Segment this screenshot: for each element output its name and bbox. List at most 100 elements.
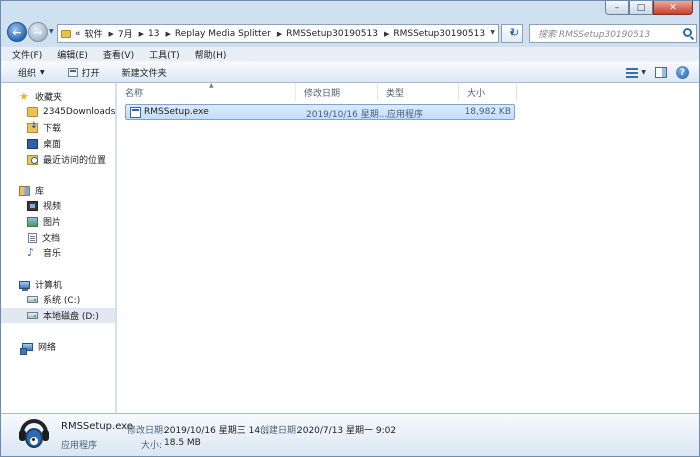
address-overflow-button[interactable]: «: [75, 29, 81, 39]
command-bar: 组织 ▼ 打开 新建文件夹 ▼ ?: [1, 61, 699, 83]
explorer-window: – □ ✕ ← → ▼ « 软件 ▶ 7月 ▶ 13 ▶ Replay Medi…: [0, 0, 700, 457]
app-headphone-mascot-icon: [19, 418, 49, 451]
menu-tools[interactable]: 工具(T): [149, 48, 180, 61]
column-header-type[interactable]: 类型: [378, 83, 459, 101]
breadcrumb-segment[interactable]: 7月: [118, 27, 133, 40]
file-name: RMSSetup.exe: [144, 107, 209, 117]
address-dropdown-icon[interactable]: ▼: [490, 29, 495, 36]
maximize-icon: □: [636, 2, 646, 13]
breadcrumb-segment[interactable]: Replay Media Splitter: [175, 29, 271, 39]
details-size-label: 大小:: [141, 441, 163, 451]
library-icon: [19, 185, 30, 196]
sidebar-item-drive-c[interactable]: 系统 (C:): [27, 292, 80, 307]
breadcrumb-segment[interactable]: RMSSetup30190513: [286, 29, 378, 39]
forward-button[interactable]: →: [28, 22, 48, 42]
window-controls: – □ ✕: [605, 1, 693, 15]
sidebar-group-favorites[interactable]: ★ 收藏夹: [19, 89, 62, 104]
minimize-icon: –: [614, 2, 620, 13]
new-folder-button[interactable]: 新建文件夹: [122, 66, 167, 79]
navigation-bar: ← → ▼ « 软件 ▶ 7月 ▶ 13 ▶ Replay Media Spli…: [1, 17, 699, 47]
open-label: 打开: [81, 68, 100, 79]
search-input[interactable]: 搜索 RMSSetup30190513: [538, 27, 650, 40]
menu-bar: 文件(F) 编辑(E) 查看(V) 工具(T) 帮助(H): [1, 47, 699, 61]
breadcrumb-segment[interactable]: RMSSetup30190513: [393, 29, 485, 39]
drive-icon: [27, 296, 38, 303]
details-size-value: 18.5 MB: [164, 438, 201, 448]
column-header-modified[interactable]: 修改日期: [296, 83, 378, 101]
close-icon: ✕: [669, 2, 677, 13]
sidebar-item-drive-d[interactable]: 本地磁盘 (D:): [1, 308, 115, 323]
sidebar-item-recent-places[interactable]: 最近访问的位置: [27, 152, 106, 167]
menu-help[interactable]: 帮助(H): [195, 48, 227, 61]
sidebar-item-downloads[interactable]: 下载: [27, 120, 61, 135]
minimize-button[interactable]: –: [605, 1, 629, 15]
menu-view[interactable]: 查看(V): [103, 48, 134, 61]
folder-icon: [27, 106, 38, 117]
details-modified-label: 修改日期:: [127, 426, 167, 436]
address-bar[interactable]: « 软件 ▶ 7月 ▶ 13 ▶ Replay Media Splitter ▶…: [57, 24, 499, 43]
open-button[interactable]: 打开: [67, 66, 100, 79]
table-row[interactable]: RMSSetup.exe 2019/10/16 星期... 应用程序 18,98…: [125, 104, 515, 120]
sidebar-item-music[interactable]: ♪ 音乐: [27, 245, 61, 260]
close-button[interactable]: ✕: [653, 1, 693, 15]
folder-icon: [61, 29, 71, 38]
recent-places-icon: [27, 154, 38, 165]
forward-arrow-icon: →: [33, 25, 43, 39]
menu-edit[interactable]: 编辑(E): [57, 48, 88, 61]
details-created-label: 创建日期:: [260, 426, 300, 436]
search-icon[interactable]: [683, 28, 692, 37]
menu-file[interactable]: 文件(F): [12, 48, 42, 61]
view-options-icon[interactable]: [626, 67, 639, 78]
details-file-type: 应用程序: [61, 441, 98, 451]
breadcrumb-segment[interactable]: 13: [148, 29, 159, 39]
sidebar-group-network[interactable]: 网络: [20, 339, 56, 355]
sidebar-group-libraries[interactable]: 库: [19, 183, 44, 198]
drive-icon: [27, 312, 38, 319]
new-folder-label: 新建文件夹: [121, 68, 167, 79]
organize-label: 组织: [18, 68, 37, 79]
organize-button[interactable]: 组织 ▼: [18, 66, 45, 79]
chevron-down-icon[interactable]: ▼: [641, 69, 646, 76]
search-box[interactable]: 搜索 RMSSetup30190513: [529, 24, 697, 43]
download-icon: [27, 121, 38, 133]
breadcrumb-separator-icon[interactable]: ▶: [384, 30, 389, 38]
title-bar: – □ ✕: [1, 1, 699, 17]
breadcrumb-separator-icon[interactable]: ▶: [166, 30, 171, 38]
recent-pages-dropdown-icon[interactable]: ▼: [49, 28, 54, 35]
file-list: 名称 ▲ 修改日期 类型 大小 RMSSetup.exe 2019/10/16 …: [117, 82, 699, 413]
breadcrumb-separator-icon[interactable]: ▶: [139, 30, 144, 38]
toolbar-right: ▼ ?: [626, 66, 689, 79]
mascot-face: [25, 428, 43, 448]
refresh-icon[interactable]: ↻: [510, 26, 519, 39]
sidebar-item-2345downloads[interactable]: 2345Downloads: [27, 104, 115, 119]
sidebar-item-videos[interactable]: 视频: [27, 198, 61, 213]
column-header-name[interactable]: 名称 ▲: [117, 82, 296, 101]
details-created-value: 2020/7/13 星期一 9:02: [297, 426, 397, 436]
document-icon: [28, 232, 37, 243]
file-modified: 2019/10/16 星期...: [306, 110, 388, 120]
column-header-size[interactable]: 大小: [459, 83, 517, 101]
help-icon[interactable]: ?: [676, 66, 689, 79]
video-icon: [27, 200, 38, 211]
preview-pane-icon[interactable]: [655, 67, 667, 78]
details-modified-value: 2019/10/16 星期三 14...: [164, 426, 269, 436]
file-size: 18,982 KB: [464, 107, 511, 117]
chevron-down-icon: ▼: [40, 68, 45, 76]
details-pane: RMSSetup.exe 修改日期: 2019/10/16 星期三 14... …: [1, 413, 699, 456]
sort-caret-icon: ▲: [209, 82, 214, 89]
back-arrow-icon: ←: [12, 25, 22, 39]
breadcrumb-segment[interactable]: 软件: [85, 27, 103, 40]
back-button[interactable]: ←: [7, 22, 27, 42]
sidebar-group-computer[interactable]: 计算机: [19, 277, 62, 292]
sidebar-item-pictures[interactable]: 图片: [27, 214, 61, 229]
music-note-icon: ♪: [27, 245, 35, 259]
breadcrumb-separator-icon[interactable]: ▶: [277, 30, 282, 38]
details-file-name: RMSSetup.exe: [61, 421, 133, 432]
sidebar-item-desktop[interactable]: 桌面: [27, 136, 61, 151]
network-icon: [20, 342, 33, 355]
maximize-button[interactable]: □: [629, 1, 653, 15]
open-icon: [67, 67, 78, 77]
breadcrumb-separator-icon[interactable]: ▶: [109, 30, 114, 38]
desktop-icon: [27, 138, 38, 149]
sidebar-item-documents[interactable]: 文档: [28, 230, 60, 245]
